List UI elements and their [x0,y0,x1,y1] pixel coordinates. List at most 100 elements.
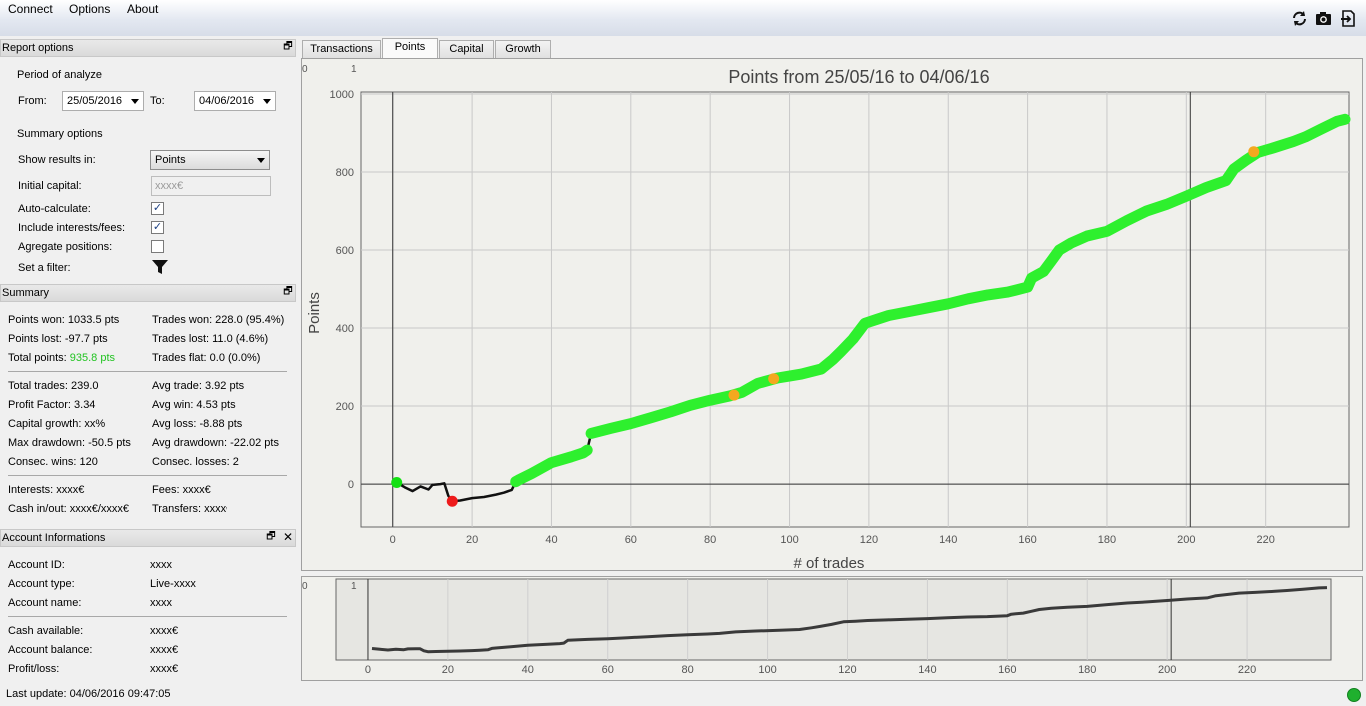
navigator-plot-area [335,578,1332,661]
profit-loss-value: xxxx€ [150,663,179,675]
divider [8,475,287,476]
initial-capital-input[interactable]: xxxx€ [151,176,271,196]
navigator-tick-label: 60 [602,664,614,676]
x-axis-label: # of trades [794,555,865,570]
refresh-icon[interactable] [1291,10,1308,27]
tab-capital[interactable]: Capital [439,40,494,58]
y-tick-label: 0 [348,479,354,491]
trades-lost: Trades lost: 11.0 (4.6%) [152,333,269,345]
navigator-tick-label: 20 [442,664,454,676]
max-drawdown: Max drawdown: -50.5 pts [8,437,131,449]
total-points-value: 935.8 pts [69,352,116,364]
avg-loss: Avg loss: -8.88 pts [152,418,243,430]
navigator-frame [335,578,1332,661]
tab-points[interactable]: Points [382,38,438,59]
points-lost: Points lost: -97.7 pts [8,333,108,345]
navigator-tick-label: 200 [1158,664,1176,676]
data-point-marker [391,477,403,489]
x-tick-label: 160 [1018,534,1036,546]
x-tick-label: 220 [1256,534,1274,546]
account-name-value: xxxx [150,597,172,609]
x-tick-label: 100 [780,534,798,546]
summary-options-label: Summary options [17,128,103,140]
points-chart[interactable]: 0 1 Points from 25/05/16 to 04/06/16 # o… [302,59,1362,572]
initial-capital-label: Initial capital: [18,180,82,192]
avg-trade: Avg trade: 3.92 pts [152,380,245,392]
plot-frame [360,91,1350,528]
navigator-tick-label: 140 [918,664,936,676]
chart-corner-label: 1 [351,64,357,75]
aggregate-positions-checkbox[interactable] [151,240,164,253]
auto-calculate-checkbox[interactable]: ✓ [151,202,164,215]
from-date-value: 25/05/2016 [67,95,123,107]
account-type-label: Account type: [8,578,75,590]
show-results-select[interactable]: Points [150,150,270,170]
navigator-tick-label: 220 [1238,664,1256,676]
account-id-label: Account ID: [8,559,65,571]
x-tick-label: 120 [860,534,878,546]
restore-icon[interactable]: 🗗 [282,286,294,298]
y-tick-label: 600 [336,245,354,257]
consec-wins: Consec. wins: 120 [8,456,98,468]
profit-factor: Profit Factor: 3.34 [8,399,96,411]
to-date-picker[interactable]: 04/06/2016 [194,91,276,111]
navigator-tick-label: 40 [522,664,534,676]
cash-available-label: Cash available: [8,625,84,637]
account-name-label: Account name: [8,597,82,609]
tab-growth[interactable]: Growth [495,40,551,58]
points-won: Points won: 1033.5 pts [8,314,120,326]
x-tick-label: 80 [704,534,716,546]
account-balance-label: Account balance: [8,644,93,656]
close-icon[interactable]: ✕ [282,531,294,543]
x-tick-label: 20 [466,534,478,546]
show-results-label: Show results in: [18,154,96,166]
menu-about[interactable]: About [127,2,158,16]
divider [8,616,287,617]
filter-icon[interactable] [152,259,168,275]
y-tick-label: 1000 [330,89,354,101]
include-fees-checkbox[interactable]: ✓ [151,221,164,234]
navigator-tick-label: 80 [682,664,694,676]
data-point-marker [728,389,740,401]
transfers: Transfers: xxxx€ [152,503,227,515]
x-tick-label: 140 [939,534,957,546]
y-axis-label: Points [306,292,323,334]
report-options-title: Report options 🗗 [0,39,296,57]
navigator-tick-label: 180 [1078,664,1096,676]
aggregate-positions-label: Agregate positions: [18,241,113,253]
menu-options[interactable]: Options [69,2,110,16]
summary-title: Summary 🗗 [0,284,296,302]
chevron-down-icon [131,99,139,104]
account-id-value: xxxx [150,559,172,571]
divider [8,371,287,372]
navigator-tick-label: 160 [998,664,1016,676]
account-balance-value: xxxx€ [150,644,179,656]
tab-transactions[interactable]: Transactions [302,40,381,58]
from-date-picker[interactable]: 25/05/2016 [62,91,144,111]
export-icon[interactable] [1340,10,1357,27]
account-info-title: Account Informations 🗗 ✕ [0,529,296,547]
period-label: Period of analyze [17,69,102,81]
total-points: Total points: 935.8 pts [8,352,115,364]
restore-icon[interactable]: 🗗 [282,41,294,53]
camera-icon[interactable] [1315,10,1332,27]
points-chart-panel: 0 1 Points from 25/05/16 to 04/06/16 # o… [301,58,1363,572]
profit-loss-label: Profit/loss: [8,663,60,675]
consec-losses: Consec. losses: 2 [152,456,239,468]
account-type-value: Live-xxxx [150,578,196,590]
navigator-chart[interactable]: 0 1 0 20 40 60 80 100 120 140 160 180 200 220 [302,577,1362,680]
cash-available-value: xxxx€ [150,625,179,637]
y-tick-label: 400 [336,323,354,335]
x-tick-label: 60 [625,534,637,546]
restore-icon[interactable]: 🗗 [265,531,277,543]
include-fees-label: Include interests/fees: [18,222,126,234]
interests: Interests: xxxx€ [8,484,85,496]
plot-area [360,91,1350,528]
x-tick-label: 0 [390,534,396,546]
summary-title-label: Summary [2,287,50,299]
x-tick-label: 40 [545,534,557,546]
chevron-down-icon [263,99,271,104]
from-label: From: [18,95,47,107]
menu-connect[interactable]: Connect [8,2,53,16]
x-tick-label: 180 [1098,534,1116,546]
